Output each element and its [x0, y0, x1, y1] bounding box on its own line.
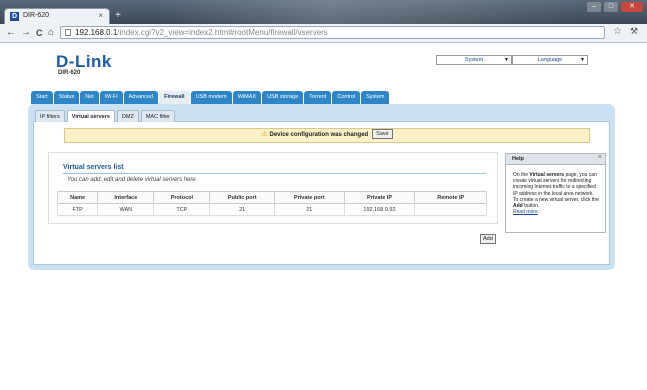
- browser-tab[interactable]: D DIR-620 ×: [4, 8, 110, 24]
- forward-icon[interactable]: →: [21, 27, 31, 39]
- browser-toolbar: ← → C ⌂ 192.168.0.1/index.cgi?v2_view=in…: [0, 24, 647, 43]
- title-divider: [63, 173, 486, 174]
- cell-interface: WAN: [97, 203, 155, 216]
- help-body: On the Virtual servers page, you can cre…: [506, 165, 605, 215]
- tab-close-icon[interactable]: ×: [98, 11, 103, 20]
- help-paragraph: On the Virtual servers page, you can cre…: [513, 172, 600, 197]
- column-header[interactable]: Private IP: [343, 191, 416, 204]
- column-header[interactable]: Interface: [97, 191, 155, 204]
- nav-tab[interactable]: Start: [31, 91, 53, 104]
- dlink-favicon-icon: D: [10, 12, 19, 21]
- subtab[interactable]: DMZ: [116, 110, 139, 122]
- window-controls: – □ ✕: [587, 2, 643, 12]
- cell-private-ip: 192.168.0.92: [343, 203, 416, 216]
- nav-tab[interactable]: USB modem: [190, 91, 232, 104]
- nav-tab[interactable]: Firewall: [159, 91, 190, 104]
- nav-tab[interactable]: Net: [80, 91, 99, 104]
- main-nav: Start Status Net Wi-Fi Advanced Firewall…: [31, 91, 390, 104]
- maximize-button[interactable]: □: [604, 2, 618, 12]
- url-host: 192.168.0.1: [75, 28, 118, 37]
- close-window-button[interactable]: ✕: [621, 2, 643, 12]
- back-icon[interactable]: ←: [6, 27, 16, 39]
- nav-tab[interactable]: Advanced: [123, 91, 159, 104]
- language-select[interactable]: Language ▼: [512, 55, 588, 65]
- dlink-logo: D-Link: [56, 52, 112, 71]
- new-tab-button[interactable]: +: [112, 10, 124, 22]
- cell-public-port: 21: [209, 203, 275, 216]
- help-text: button.: [522, 203, 540, 210]
- column-header[interactable]: Private port: [274, 191, 345, 204]
- notice-text: Device configuration was changed: [269, 132, 369, 138]
- add-button[interactable]: Add: [480, 234, 496, 244]
- theme-background: [160, 0, 580, 24]
- model-label: DIR-620: [58, 70, 81, 76]
- column-header[interactable]: Public port: [209, 191, 275, 204]
- nav-tab[interactable]: Wi-Fi: [99, 91, 123, 104]
- wrench-menu-icon[interactable]: ⚒: [630, 26, 638, 37]
- page-icon: [65, 29, 71, 36]
- cell-remote-ip: [414, 203, 487, 216]
- home-icon[interactable]: ⌂: [48, 27, 54, 39]
- column-header[interactable]: Protocol: [153, 191, 211, 204]
- help-paragraph: To create a new virtual server, click th…: [513, 197, 600, 209]
- url-path: /index.cgi?v2_view=index2.html#rootMenu/…: [117, 28, 328, 37]
- virtual-servers-title: Virtual servers list: [63, 164, 124, 171]
- virtual-servers-table: Name Interface Protocol Public port Priv…: [56, 191, 487, 216]
- cell-private-port: 21: [274, 203, 345, 216]
- help-text: To create a new virtual server, click th…: [513, 196, 599, 203]
- cell-name: FTP: [56, 203, 99, 216]
- table-header-row: Name Interface Protocol Public port Priv…: [56, 191, 487, 204]
- save-button[interactable]: Save: [372, 129, 393, 140]
- url-text: 192.168.0.1/index.cgi?v2_view=index2.htm…: [75, 28, 328, 37]
- column-header[interactable]: Remote IP: [414, 191, 487, 204]
- close-icon[interactable]: ×: [598, 154, 602, 161]
- read-more-link[interactable]: Read more: [513, 209, 600, 215]
- help-text: On the: [513, 172, 530, 178]
- chevron-down-icon: ▼: [504, 57, 509, 63]
- browser-title-bar: D DIR-620 × + – □ ✕: [0, 0, 647, 24]
- help-header: Help ×: [506, 154, 605, 165]
- nav-tab[interactable]: WiMAX: [232, 91, 262, 104]
- nav-tab[interactable]: Status: [53, 91, 80, 104]
- system-select-label: System: [464, 57, 484, 63]
- reload-icon[interactable]: C: [36, 27, 43, 39]
- sub-tabs: IP filters Virtual servers DMZ MAC filte…: [35, 110, 177, 122]
- tab-title: DIR-620: [23, 12, 50, 19]
- table-row[interactable]: FTP WAN TCP 21 21 192.168.0.92: [56, 203, 487, 216]
- minimize-button[interactable]: –: [587, 2, 601, 12]
- subtab[interactable]: IP filters: [35, 110, 65, 122]
- help-text-bold: Virtual servers: [529, 172, 565, 178]
- help-title: Help: [512, 156, 524, 162]
- chevron-down-icon: ▼: [580, 57, 585, 63]
- cell-protocol: TCP: [153, 203, 211, 216]
- column-header[interactable]: Name: [56, 191, 99, 204]
- subtab[interactable]: Virtual servers: [66, 110, 115, 122]
- system-select[interactable]: System ▼: [436, 55, 512, 65]
- help-box: Help × On the Virtual servers page, you …: [505, 153, 606, 233]
- bookmark-star-icon[interactable]: ☆: [613, 26, 622, 37]
- nav-tab[interactable]: Torrent: [304, 91, 332, 104]
- address-bar[interactable]: 192.168.0.1/index.cgi?v2_view=index2.htm…: [60, 26, 605, 39]
- nav-tab[interactable]: USB storage: [262, 91, 304, 104]
- subtab[interactable]: MAC filter: [140, 110, 175, 122]
- help-text-bold: Add: [513, 203, 523, 210]
- nav-tab[interactable]: System: [361, 91, 390, 104]
- warning-icon: ⚠: [261, 131, 268, 138]
- virtual-servers-description: You can add, edit and delete virtual ser…: [67, 177, 196, 183]
- config-changed-notice: ⚠ Device configuration was changed Save: [64, 128, 590, 143]
- nav-tab[interactable]: Control: [332, 91, 361, 104]
- language-select-label: Language: [537, 57, 563, 63]
